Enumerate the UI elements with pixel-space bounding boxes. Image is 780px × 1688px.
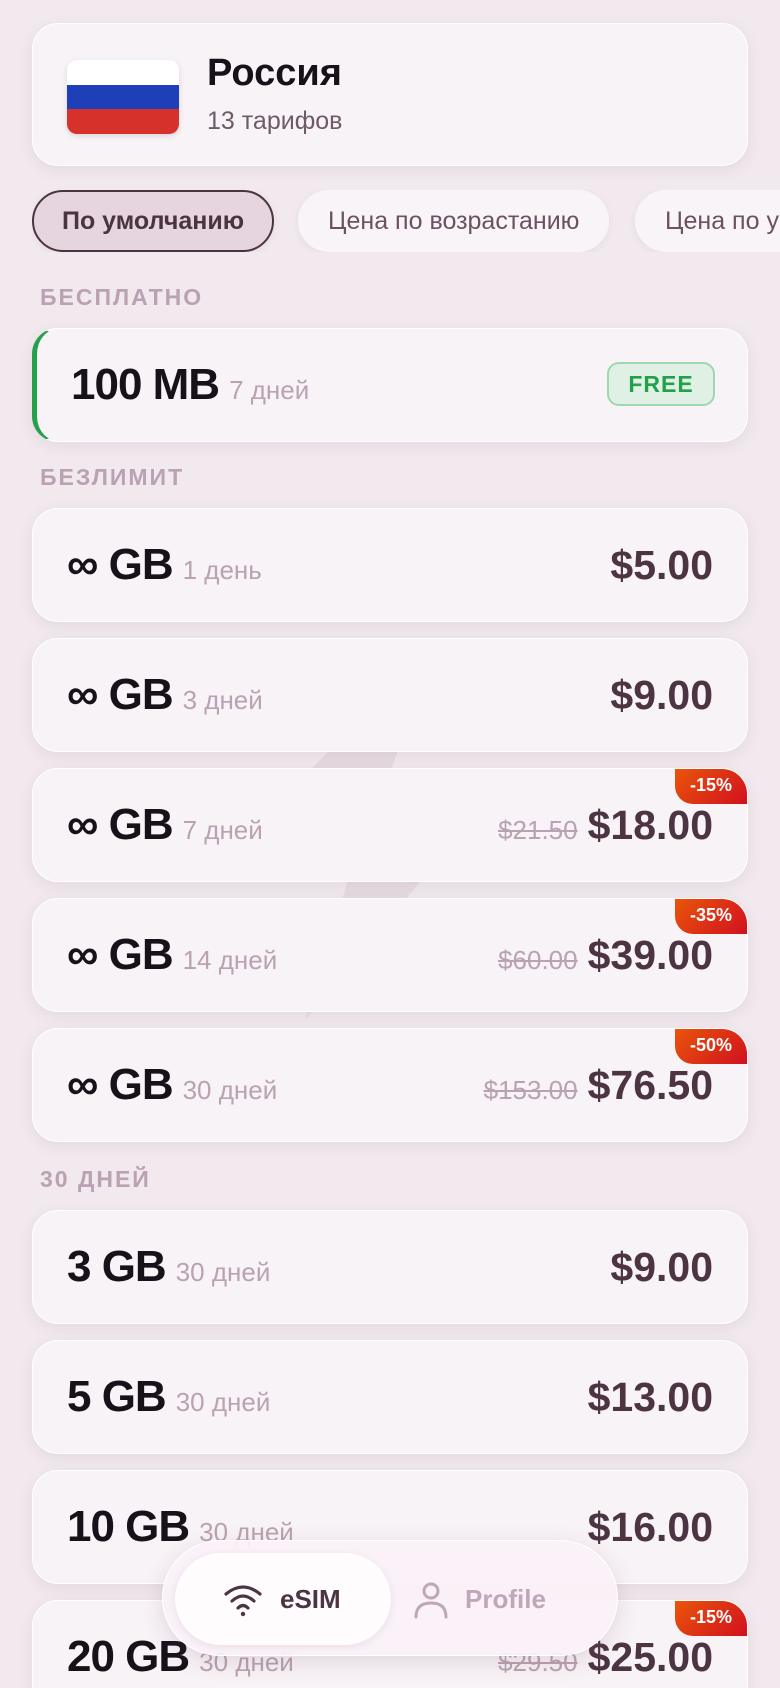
plan-price: $9.00 xyxy=(610,672,713,718)
plan-price-block: $9.00 xyxy=(610,1211,713,1323)
plan-days: 30 дней xyxy=(175,1387,271,1417)
plan-size: ∞ GB 14 дней xyxy=(67,899,277,1011)
plan-card[interactable]: ∞ GB 14 дней $60.00 $39.00 -35% xyxy=(32,898,748,1012)
plan-days: 3 дней xyxy=(182,685,263,715)
plan-card[interactable]: ∞ GB 1 день $5.00 xyxy=(32,508,748,622)
plan-size-value: ∞ GB xyxy=(67,540,174,589)
sort-chip-price-desc[interactable]: Цена по у xyxy=(635,190,780,252)
plan-card[interactable]: ∞ GB 30 дней $153.00 $76.50 -50% xyxy=(32,1028,748,1142)
plan-days: 1 день xyxy=(182,555,262,585)
country-header-card: Россия 13 тарифов xyxy=(32,23,748,166)
sort-chip-price-asc[interactable]: Цена по возрастанию xyxy=(298,190,610,252)
wifi-icon xyxy=(224,1585,262,1617)
plan-size: ∞ GB 7 дней xyxy=(67,769,263,881)
plan-price-block: $5.00 xyxy=(610,509,713,621)
plan-old-price: $153.00 xyxy=(483,1075,578,1105)
plan-size-value: 20 GB xyxy=(67,1632,190,1681)
plan-size: 3 GB 30 дней xyxy=(67,1211,270,1323)
free-badge: FREE xyxy=(607,362,715,406)
plan-size: ∞ GB 30 дней xyxy=(67,1029,277,1141)
plan-price-block: $13.00 xyxy=(588,1341,713,1453)
user-icon xyxy=(414,1582,448,1619)
plan-price: $25.00 xyxy=(587,1634,713,1680)
plan-size-value: ∞ GB xyxy=(67,670,174,719)
plan-size: ∞ GB 3 дней xyxy=(67,639,263,751)
tariff-count: 13 тарифов xyxy=(207,107,343,135)
plan-size: 5 GB 30 дней xyxy=(67,1341,270,1453)
plan-price: $9.00 xyxy=(610,1244,713,1290)
plan-price: $76.50 xyxy=(587,1062,713,1108)
plan-size-value: 3 GB xyxy=(67,1242,167,1291)
plan-size: ∞ GB 1 день xyxy=(67,509,262,621)
plan-card[interactable]: 5 GB 30 дней $13.00 xyxy=(32,1340,748,1454)
plan-card[interactable]: 3 GB 30 дней $9.00 xyxy=(32,1210,748,1324)
discount-badge: -35% xyxy=(675,899,747,934)
plan-old-price: $60.00 xyxy=(498,945,578,975)
discount-badge: -50% xyxy=(675,1029,747,1064)
bottom-nav: eSIM Profile xyxy=(162,1540,618,1656)
plan-card[interactable]: ∞ GB 3 дней $9.00 xyxy=(32,638,748,752)
nav-esim-label: eSIM xyxy=(280,1584,341,1614)
plan-size-value: 100 MB xyxy=(71,360,220,409)
russia-flag-icon xyxy=(67,60,179,134)
discount-badge: -15% xyxy=(675,769,747,804)
plan-days: 30 дней xyxy=(182,1075,278,1105)
plan-days: 7 дней xyxy=(229,375,310,405)
sort-chip-default[interactable]: По умолчанию xyxy=(32,190,275,252)
section-unlimited-label: БЕЗЛИМИТ xyxy=(40,464,185,490)
plan-card[interactable]: ∞ GB 7 дней $21.50 $18.00 -15% xyxy=(32,768,748,882)
nav-profile-label: Profile xyxy=(465,1584,546,1614)
plan-price-block: $9.00 xyxy=(610,639,713,751)
plan-size-value: ∞ GB xyxy=(67,1060,174,1109)
plan-size: 100 MB 7 дней xyxy=(71,329,309,441)
plan-size-value: ∞ GB xyxy=(67,800,174,849)
plan-price: $18.00 xyxy=(587,802,713,848)
plan-card[interactable]: 100 MB 7 дней FREE xyxy=(32,328,748,442)
discount-badge: -15% xyxy=(675,1601,747,1636)
plan-days: 30 дней xyxy=(175,1257,271,1287)
plan-price: $5.00 xyxy=(610,542,713,588)
nav-esim-tab[interactable]: eSIM xyxy=(175,1553,391,1645)
plan-old-price: $21.50 xyxy=(498,815,578,845)
plan-size-value: 10 GB xyxy=(67,1502,190,1551)
section-free-label: БЕСПЛАТНО xyxy=(40,284,204,310)
plan-days: 7 дней xyxy=(182,815,263,845)
plan-size-value: 5 GB xyxy=(67,1372,167,1421)
plan-days: 14 дней xyxy=(182,945,278,975)
section-30days-label: 30 ДНЕЙ xyxy=(40,1166,151,1192)
plan-price: $13.00 xyxy=(587,1374,713,1420)
sort-chips: По умолчанию Цена по возрастанию Цена по… xyxy=(32,190,780,252)
plan-price: $16.00 xyxy=(587,1504,713,1550)
nav-profile-tab[interactable]: Profile xyxy=(391,1553,607,1645)
country-name: Россия xyxy=(207,52,342,94)
plan-size-value: ∞ GB xyxy=(67,930,174,979)
plan-price: $39.00 xyxy=(587,932,713,978)
